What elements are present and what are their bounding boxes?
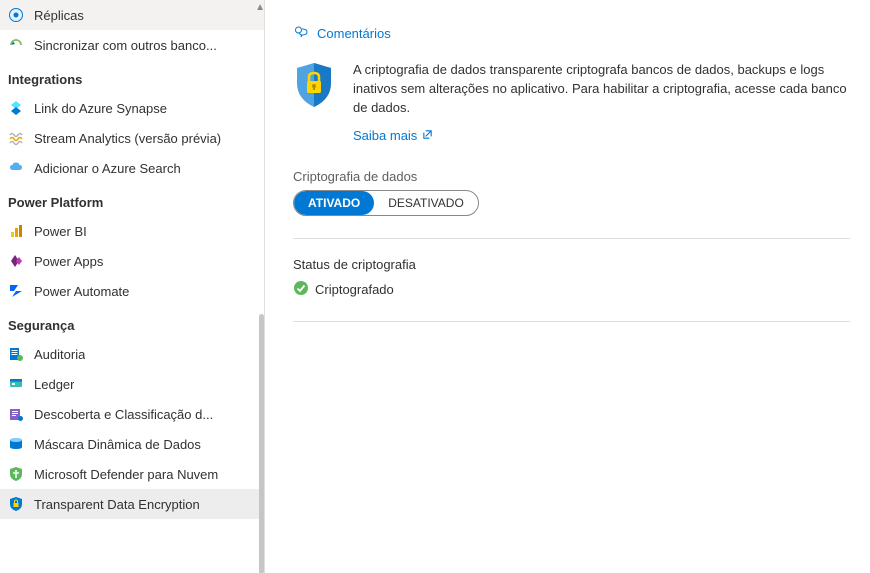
scrollbar[interactable] [258,14,264,573]
mask-icon [8,436,24,452]
defender-icon [8,466,24,482]
replicas-icon [8,7,24,23]
encryption-toggle-block: Criptografia de dados ATIVADO DESATIVADO [293,169,850,216]
sidebar-item-label: Auditoria [34,347,85,362]
powerapps-icon [8,253,24,269]
shield-lock-icon [293,61,335,112]
sidebar-item-ledger[interactable]: Ledger [0,369,264,399]
sidebar-item-audit[interactable]: Auditoria [0,339,264,369]
sidebar-item-label: Adicionar o Azure Search [34,161,181,176]
stream-icon [8,130,24,146]
sidebar-item-label: Power Automate [34,284,129,299]
status-label: Status de criptografia [293,257,850,272]
sidebar-item-sync[interactable]: Sincronizar com outros banco... [0,30,264,60]
sidebar-item-powerautomate[interactable]: Power Automate [0,276,264,306]
section-header-security: Segurança [0,306,264,339]
learn-more-link[interactable]: Saiba mais [353,128,433,143]
sidebar-item-label: Réplicas [34,8,84,23]
search-cloud-icon [8,160,24,176]
sidebar-item-stream[interactable]: Stream Analytics (versão prévia) [0,123,264,153]
toggle-off[interactable]: DESATIVADO [374,191,478,215]
learn-more-label: Saiba mais [353,128,417,143]
encryption-toggle[interactable]: ATIVADO DESATIVADO [293,190,479,216]
ledger-icon [8,376,24,392]
info-banner: A criptografia de dados transparente cri… [293,61,850,143]
main-panel: Comentários A criptografia de dados tran… [265,0,870,573]
sidebar-item-label: Transparent Data Encryption [34,497,200,512]
comments-label: Comentários [317,26,391,41]
sidebar-item-label: Descoberta e Classificação d... [34,407,213,422]
tde-icon [8,496,24,512]
divider [293,238,850,239]
section-header-powerplatform: Power Platform [0,183,264,216]
sidebar: ▲ Réplicas Sincronizar com outros banco.… [0,0,265,573]
sidebar-item-label: Link do Azure Synapse [34,101,167,116]
sidebar-item-label: Microsoft Defender para Nuvem [34,467,218,482]
comments-link[interactable]: Comentários [293,24,850,43]
sync-icon [8,37,24,53]
sidebar-item-synapse[interactable]: Link do Azure Synapse [0,93,264,123]
powerautomate-icon [8,283,24,299]
sidebar-item-tde[interactable]: Transparent Data Encryption [0,489,264,519]
scrollbar-thumb[interactable] [259,314,264,573]
toggle-label: Criptografia de dados [293,169,850,184]
synapse-icon [8,100,24,116]
sidebar-item-label: Stream Analytics (versão prévia) [34,131,221,146]
sidebar-item-azuresearch[interactable]: Adicionar o Azure Search [0,153,264,183]
sidebar-item-label: Máscara Dinâmica de Dados [34,437,201,452]
toggle-on[interactable]: ATIVADO [294,191,374,215]
success-icon [293,280,309,299]
sidebar-item-replicas[interactable]: Réplicas [0,0,264,30]
comment-icon [293,24,309,43]
external-link-icon [422,128,433,143]
sidebar-item-label: Power Apps [34,254,103,269]
section-header-integrations: Integrations [0,60,264,93]
info-text: A criptografia de dados transparente cri… [353,61,850,118]
sidebar-item-label: Sincronizar com outros banco... [34,38,217,53]
sidebar-item-defender[interactable]: Microsoft Defender para Nuvem [0,459,264,489]
sidebar-item-powerapps[interactable]: Power Apps [0,246,264,276]
sidebar-item-classification[interactable]: Descoberta e Classificação d... [0,399,264,429]
classification-icon [8,406,24,422]
sidebar-item-datamask[interactable]: Máscara Dinâmica de Dados [0,429,264,459]
divider [293,321,850,322]
sidebar-item-label: Power BI [34,224,87,239]
status-value: Criptografado [315,282,394,297]
encryption-status-block: Status de criptografia Criptografado [293,257,850,299]
sidebar-item-label: Ledger [34,377,74,392]
scroll-up-arrow[interactable]: ▲ [255,2,265,13]
powerbi-icon [8,223,24,239]
audit-icon [8,346,24,362]
sidebar-item-powerbi[interactable]: Power BI [0,216,264,246]
